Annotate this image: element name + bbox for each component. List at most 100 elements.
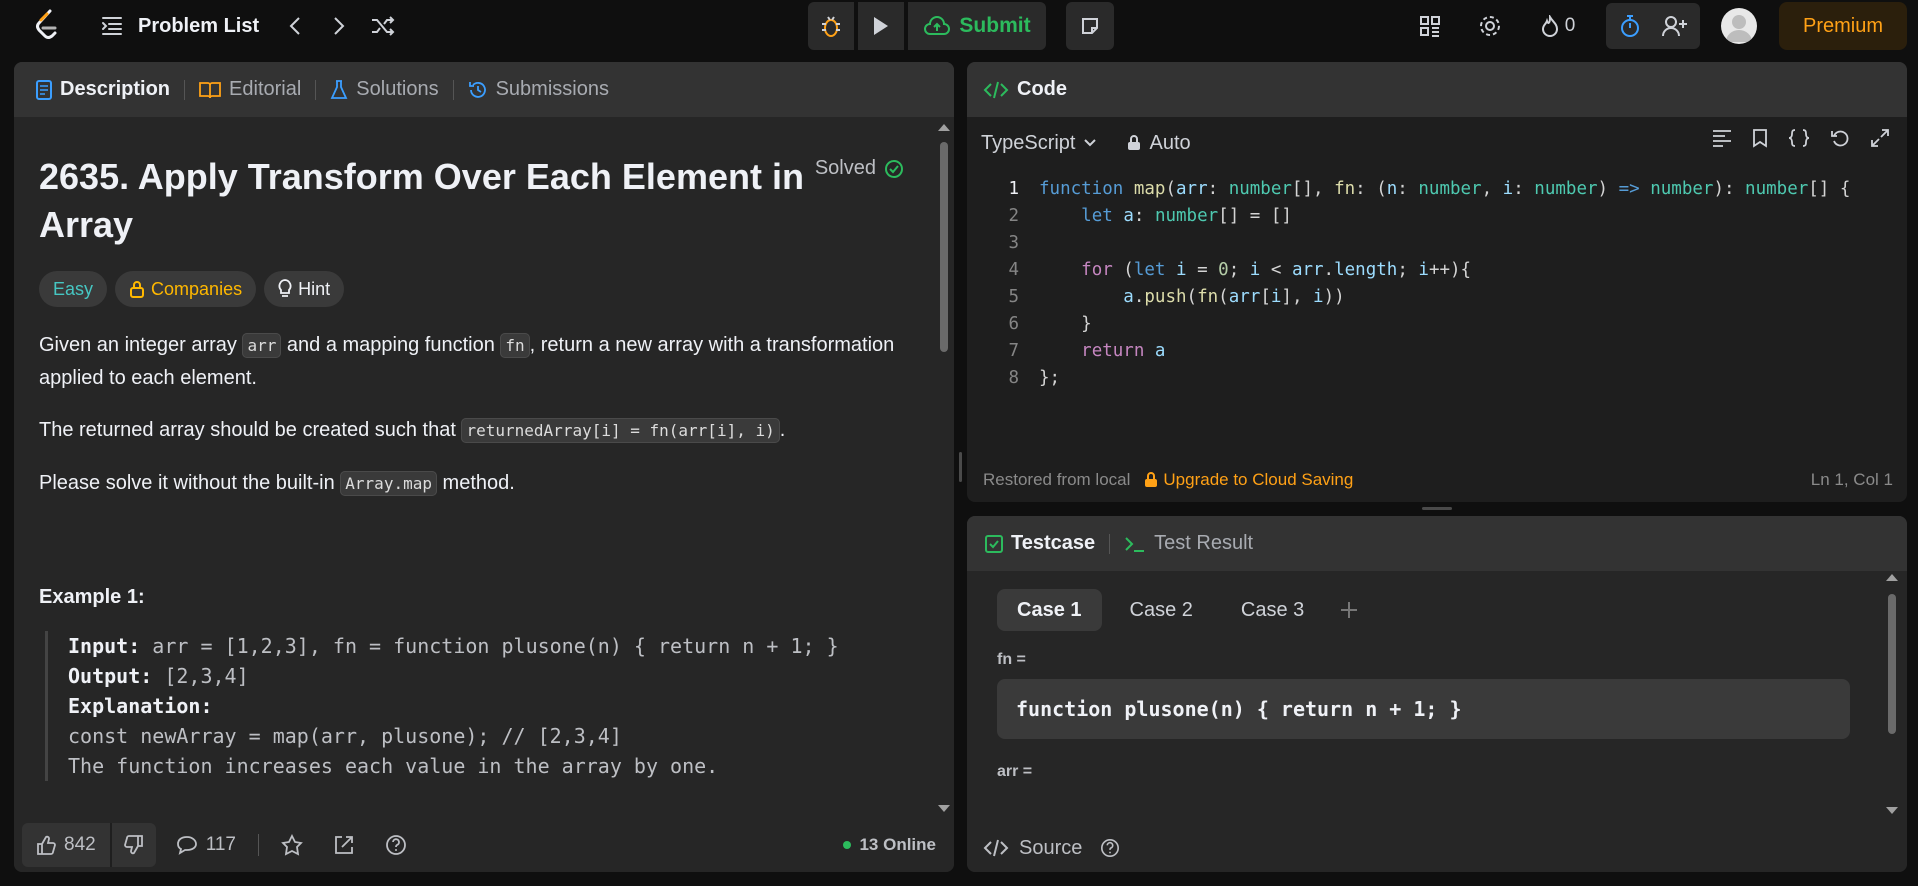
code-text: let a: number[] = [] [1081, 206, 1292, 226]
settings-button[interactable] [1478, 8, 1502, 44]
text: The returned array should be created suc… [39, 419, 462, 441]
tab-solutions[interactable]: Solutions [330, 78, 439, 101]
description-panel: Description Editorial Solutions Submissi… [14, 62, 954, 872]
tab-divider [184, 79, 186, 100]
fullscreen-button[interactable] [1870, 128, 1890, 148]
layout-grid-icon [1420, 16, 1440, 37]
braces-button[interactable] [1788, 128, 1810, 148]
comment-icon [176, 835, 197, 855]
run-button[interactable] [858, 2, 904, 50]
terminal-icon [1125, 536, 1145, 552]
example-output: Output: [2,3,4] [68, 661, 909, 691]
prev-problem-button[interactable] [275, 6, 315, 46]
dislike-button[interactable] [112, 823, 156, 867]
case-tab-3[interactable]: Case 3 [1221, 589, 1324, 631]
user-plus-icon [1662, 16, 1687, 37]
share-button[interactable] [333, 834, 355, 856]
code-line: 5 a.push(fn(arr[i], i)) [967, 284, 1887, 311]
problem-list-link[interactable]: Problem List [100, 15, 259, 38]
horizontal-splitter[interactable] [1422, 507, 1452, 510]
scroll-thumb[interactable] [940, 142, 948, 352]
case-tab-2[interactable]: Case 2 [1110, 589, 1213, 631]
bug-icon [822, 16, 840, 37]
hint-badge[interactable]: Hint [264, 271, 345, 307]
tab-editorial[interactable]: Editorial [199, 78, 301, 101]
comments-button[interactable]: 117 [176, 834, 236, 856]
description-scrollbar[interactable] [937, 122, 951, 814]
line-number: 3 [1008, 233, 1019, 253]
notes-button[interactable] [1066, 2, 1114, 50]
timer-button[interactable] [1616, 9, 1644, 43]
code-text: function map(arr: number[], fn: (n: numb… [1039, 179, 1851, 199]
source-help-button[interactable] [1100, 838, 1120, 858]
text: Please solve it without the built-in [39, 472, 341, 494]
braces-icon [1788, 129, 1810, 147]
testcase-footer: Source [967, 824, 1907, 872]
chevron-left-icon [289, 17, 300, 35]
example-input: Input: arr = [1,2,3], fn = function plus… [68, 631, 909, 661]
random-problem-button[interactable] [363, 6, 403, 46]
editor-tool-icons [1712, 128, 1890, 148]
scroll-down-arrow-icon [938, 805, 950, 812]
help-button[interactable] [385, 834, 407, 856]
layout-button[interactable] [1418, 8, 1442, 44]
submit-label: Submit [959, 14, 1031, 37]
format-button[interactable] [1712, 128, 1732, 148]
plus-icon [1341, 601, 1358, 618]
auto-mode-toggle[interactable]: Auto [1127, 132, 1191, 155]
book-icon [199, 81, 221, 98]
submit-button[interactable]: Submit [908, 2, 1046, 50]
user-avatar-icon [1726, 15, 1752, 42]
tab-submissions[interactable]: Submissions [468, 78, 609, 101]
align-left-icon [1713, 130, 1731, 147]
avatar[interactable] [1721, 8, 1757, 44]
vertical-splitter[interactable] [959, 452, 962, 482]
timer-group [1606, 3, 1700, 49]
tab-divider [315, 79, 317, 100]
top-bar: Problem List Submit 0 Premium [0, 0, 1918, 52]
streak-counter[interactable]: 0 [1534, 8, 1582, 44]
add-friend-button[interactable] [1660, 9, 1690, 43]
vote-group: 842 [22, 822, 156, 867]
code-line: 2 let a: number[] = [] [967, 203, 1887, 230]
tab-test-result[interactable]: Test Result [1124, 532, 1253, 555]
upgrade-cloud-link[interactable]: Upgrade to Cloud Saving [1144, 470, 1353, 490]
code-editor[interactable]: 1 function map(arr: number[], fn: (n: num… [967, 176, 1892, 446]
testcase-scrollbar[interactable] [1885, 572, 1899, 816]
chevron-right-icon [334, 17, 345, 35]
code-line: 1 function map(arr: number[], fn: (n: num… [967, 176, 1887, 203]
companies-badge[interactable]: Companies [115, 271, 257, 307]
favorite-button[interactable] [281, 833, 303, 856]
input-label: Input: [68, 634, 141, 658]
fn-param-input[interactable]: function plusone(n) { return n + 1; } [997, 679, 1850, 739]
tab-description[interactable]: Description [36, 78, 170, 101]
case-tab-1[interactable]: Case 1 [997, 589, 1102, 631]
scroll-thumb[interactable] [1888, 594, 1896, 734]
like-button[interactable]: 842 [22, 822, 112, 867]
tab-test-result-label: Test Result [1154, 532, 1254, 554]
debug-button[interactable] [808, 2, 854, 50]
language-select[interactable]: TypeScript [981, 132, 1097, 155]
star-icon [281, 833, 303, 856]
code-icon [983, 81, 1009, 98]
source-button[interactable]: Source [1019, 837, 1082, 860]
description-paragraph-1: Given an integer array arr and a mapping… [39, 329, 909, 394]
shuffle-icon [372, 16, 395, 36]
cursor-position: Ln 1, Col 1 [1810, 470, 1893, 489]
explanation-line: The function increases each value in the… [68, 754, 719, 778]
tab-testcase[interactable]: Testcase [985, 532, 1095, 555]
history-icon [468, 81, 486, 98]
reset-button[interactable] [1830, 128, 1850, 148]
bookmark-button[interactable] [1752, 128, 1768, 148]
footer-divider [258, 833, 259, 856]
code-title: Code [1017, 78, 1067, 100]
next-problem-button[interactable] [319, 6, 359, 46]
lock-icon [1145, 472, 1158, 487]
premium-button[interactable]: Premium [1779, 2, 1907, 50]
line-number: 6 [1008, 314, 1019, 334]
example-title: Example 1: [39, 586, 145, 608]
leetcode-logo[interactable] [33, 9, 61, 43]
badge-row: Easy Companies Hint [39, 271, 909, 307]
example-explanation: Explanation: [68, 691, 909, 721]
add-case-button[interactable] [1340, 595, 1358, 626]
